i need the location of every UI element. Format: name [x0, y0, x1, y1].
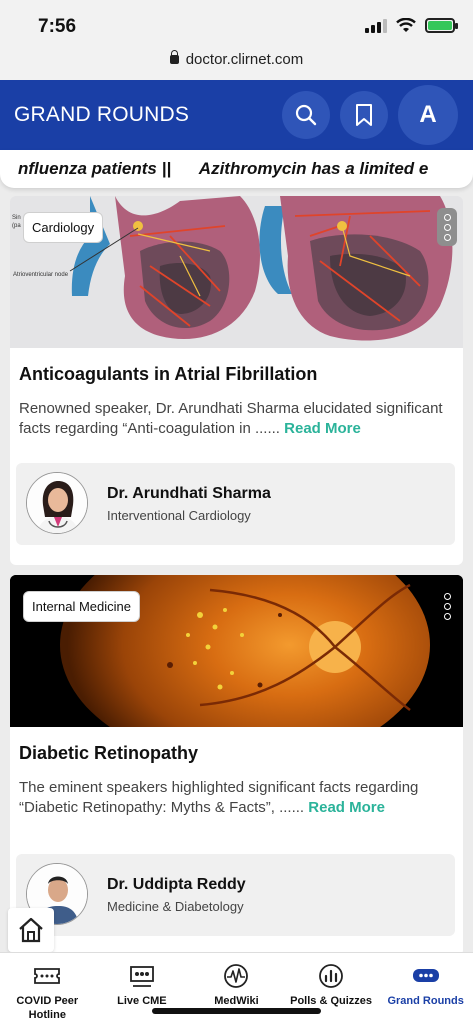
dot-icon — [443, 592, 451, 600]
author-specialty: Interventional Cardiology — [107, 508, 251, 523]
dot-icon — [443, 602, 451, 610]
nav-label: Live CME — [117, 995, 167, 1007]
ticket-icon — [34, 968, 61, 984]
card-title: Anticoagulants in Atrial Fibrillation — [19, 364, 318, 384]
search-icon — [295, 104, 317, 126]
lock-icon — [169, 50, 179, 64]
bookmark-icon — [356, 104, 372, 126]
image-label-av-node: Atrioventricular node — [13, 272, 69, 278]
card-description: The eminent speakers highlighted signifi… — [19, 778, 453, 818]
read-more-link[interactable]: Read More — [308, 799, 385, 816]
ticker-text: nfluenza patients || Azithromycin has a … — [18, 159, 429, 178]
wifi-icon — [396, 18, 416, 32]
presentation-icon — [129, 966, 154, 987]
app-header: GRAND ROUNDS A — [0, 80, 473, 150]
read-more-link[interactable]: Read More — [284, 420, 361, 437]
card-title: Diabetic Retinopathy — [19, 743, 199, 763]
nav-label: MedWiki — [214, 995, 259, 1007]
more-options-button[interactable] — [437, 208, 457, 246]
search-button[interactable] — [282, 91, 330, 139]
nav-label: COVID Peer Hotline — [16, 995, 79, 1021]
home-indicator — [152, 1008, 321, 1014]
dot-icon — [443, 213, 451, 221]
card-body: Anticoagulants in Atrial Fibrillation Re… — [10, 348, 463, 439]
author-avatar — [26, 472, 88, 534]
feed-card[interactable]: Sin (pa Atrioventricular node Cardiology… — [10, 196, 463, 565]
poll-icon — [319, 964, 343, 988]
profile-avatar-button[interactable]: A — [398, 85, 458, 145]
status-time: 7:56 — [38, 16, 77, 37]
more-options-button[interactable] — [437, 587, 457, 625]
nav-label: Polls & Quizzes — [290, 995, 373, 1007]
card-description: Renowned speaker, Dr. Arundhati Sharma e… — [19, 399, 453, 439]
signal-icon — [365, 18, 387, 33]
pulse-icon — [224, 964, 249, 988]
author-name: Dr. Uddipta Reddy — [107, 876, 246, 893]
feed: Sin (pa Atrioventricular node Cardiology… — [10, 196, 463, 966]
author-name: Dr. Arundhati Sharma — [107, 485, 271, 502]
news-ticker[interactable]: nfluenza patients || Azithromycin has a … — [0, 150, 473, 188]
card-body: Diabetic Retinopathy The eminent speaker… — [10, 727, 463, 818]
author-specialty: Medicine & Diabetology — [107, 899, 244, 914]
nav-covid-peer-hotline[interactable]: COVID Peer Hotline — [0, 953, 95, 1024]
dot-icon — [443, 612, 451, 620]
page-title: GRAND ROUNDS — [14, 103, 190, 126]
home-button[interactable] — [8, 908, 54, 952]
card-description-text: Renowned speaker, Dr. Arundhati Sharma e… — [19, 400, 443, 437]
feed-card[interactable]: Internal Medicine Diabetic Retinopathy T… — [10, 575, 463, 956]
battery-icon — [425, 18, 458, 33]
status-icons — [365, 18, 458, 33]
url-text: doctor.clirnet.com — [185, 51, 304, 68]
author-card[interactable]: Dr. Arundhati Sharma Interventional Card… — [16, 463, 455, 545]
card-image-heart: Sin (pa Atrioventricular node Cardiology — [10, 196, 463, 348]
card-image-retina: Internal Medicine — [10, 575, 463, 727]
chat-bubble-icon — [412, 969, 439, 982]
bookmark-button[interactable] — [340, 91, 388, 139]
status-bar: 7:56 — [0, 0, 473, 48]
url-bar[interactable]: doctor.clirnet.com — [0, 48, 473, 80]
category-tag: Cardiology — [23, 212, 104, 243]
app-screen: 7:56 doctor.clirnet.com GRAND ROUNDS A n… — [0, 0, 473, 1024]
dot-icon — [443, 223, 451, 231]
dot-icon — [443, 233, 451, 241]
author-card[interactable]: Dr. Uddipta Reddy Medicine & Diabetology — [16, 854, 455, 936]
home-icon — [19, 917, 43, 943]
category-tag: Internal Medicine — [23, 591, 140, 622]
nav-label: Grand Rounds — [387, 995, 464, 1007]
nav-grand-rounds[interactable]: Grand Rounds — [378, 953, 473, 1024]
